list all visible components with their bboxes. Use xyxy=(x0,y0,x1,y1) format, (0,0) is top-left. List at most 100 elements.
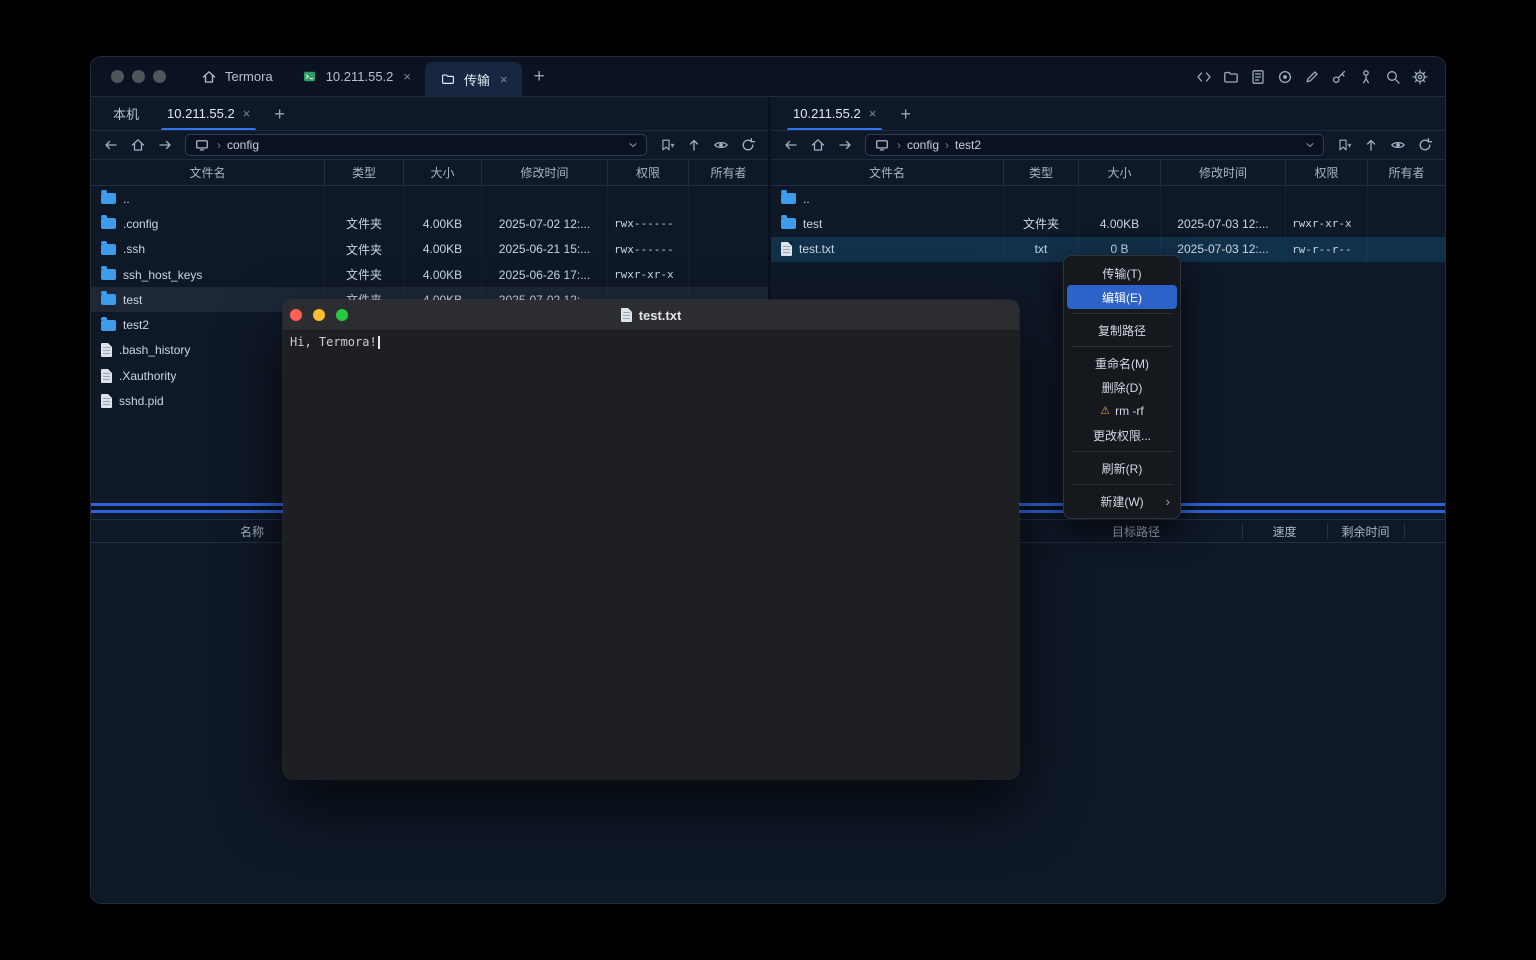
home-button[interactable] xyxy=(126,134,150,156)
menu-item-rename[interactable]: 重命名(M) xyxy=(1067,351,1177,375)
menu-separator xyxy=(1072,451,1172,452)
path-bar[interactable]: › config › test2 xyxy=(865,134,1324,156)
back-button[interactable] xyxy=(99,134,123,156)
column-header-size[interactable]: 大小 xyxy=(404,160,482,185)
key-icon[interactable] xyxy=(1330,68,1348,86)
column-header-owner[interactable]: 所有者 xyxy=(1368,160,1445,185)
file-row[interactable]: ssh_host_keys 文件夹 4.00KB 2025-06-26 17:.… xyxy=(91,262,768,287)
add-tab-button[interactable]: + xyxy=(264,105,295,123)
forward-button[interactable] xyxy=(833,134,857,156)
tab-transfer[interactable]: 传输 × xyxy=(425,62,522,96)
edit-icon[interactable] xyxy=(1303,68,1321,86)
home-button[interactable] xyxy=(806,134,830,156)
close-tab-icon[interactable]: × xyxy=(243,106,251,121)
settings-icon[interactable] xyxy=(1411,68,1429,86)
close-tab-icon[interactable]: × xyxy=(403,69,411,84)
refresh-button[interactable] xyxy=(736,134,760,156)
menu-item-rm-rf[interactable]: ⚠rm -rf xyxy=(1067,399,1177,423)
column-divider xyxy=(1404,523,1405,539)
column-header-owner[interactable]: 所有者 xyxy=(689,160,768,185)
column-header-mtime[interactable]: 修改时间 xyxy=(482,160,608,185)
back-button[interactable] xyxy=(779,134,803,156)
column-header-speed[interactable]: 速度 xyxy=(1242,520,1327,542)
chevron-down-icon[interactable] xyxy=(627,139,639,151)
code-icon[interactable] xyxy=(1195,68,1213,86)
refresh-button[interactable] xyxy=(1413,134,1437,156)
show-hidden-button[interactable] xyxy=(709,134,733,156)
window-zoom-button[interactable] xyxy=(336,309,348,321)
bookmark-button[interactable]: ▾ xyxy=(1332,134,1356,156)
folder-icon xyxy=(101,244,116,255)
file-type: 文件夹 xyxy=(325,211,404,236)
column-header-mtime[interactable]: 修改时间 xyxy=(1161,160,1286,185)
column-header-name[interactable]: 文件名 xyxy=(91,160,325,185)
tab-host[interactable]: 10.211.55.2 × xyxy=(287,57,425,96)
right-pane-tabs: 10.211.55.2 × + xyxy=(771,97,1445,131)
up-button[interactable] xyxy=(682,134,706,156)
menu-item-copy-path[interactable]: 复制路径 xyxy=(1067,318,1177,342)
column-header-type[interactable]: 类型 xyxy=(1004,160,1079,185)
titlebar: Termora 10.211.55.2 × 传输 × + xyxy=(91,57,1445,97)
column-header-perms[interactable]: 权限 xyxy=(608,160,689,185)
tab-label: 10.211.55.2 xyxy=(326,69,394,84)
show-hidden-button[interactable] xyxy=(1386,134,1410,156)
editor-content[interactable]: Hi, Termora! xyxy=(283,331,1019,353)
window-close-button[interactable] xyxy=(111,70,124,83)
path-bar[interactable]: › config xyxy=(185,134,647,156)
tab-home[interactable]: Termora xyxy=(186,57,287,96)
record-icon[interactable] xyxy=(1276,68,1294,86)
computer-icon xyxy=(873,136,891,154)
menu-item-delete[interactable]: 删除(D) xyxy=(1067,375,1177,399)
tab-remote-host[interactable]: 10.211.55.2 × xyxy=(153,97,264,130)
file-name: .config xyxy=(123,217,158,231)
column-header-name[interactable]: 文件名 xyxy=(771,160,1004,185)
close-tab-icon[interactable]: × xyxy=(869,106,877,121)
menu-separator xyxy=(1072,313,1172,314)
column-divider xyxy=(1327,523,1328,539)
log-icon[interactable] xyxy=(1249,68,1267,86)
column-header-size[interactable]: 大小 xyxy=(1079,160,1161,185)
path-segment[interactable]: config xyxy=(907,138,939,152)
keychain-icon[interactable] xyxy=(1357,68,1375,86)
add-tab-button[interactable]: + xyxy=(890,105,921,123)
column-header-perms[interactable]: 权限 xyxy=(1286,160,1368,185)
bookmark-button[interactable]: ▾ xyxy=(655,134,679,156)
folder-icon xyxy=(781,218,796,229)
file-row[interactable]: .ssh 文件夹 4.00KB 2025-06-21 15:... rwx---… xyxy=(91,237,768,262)
titlebar-actions xyxy=(1195,68,1445,86)
menu-item-edit[interactable]: 编辑(E) xyxy=(1067,285,1177,309)
file-mtime xyxy=(482,186,608,211)
up-button[interactable] xyxy=(1359,134,1383,156)
window-minimize-button[interactable] xyxy=(132,70,145,83)
file-row[interactable]: .. xyxy=(771,186,1445,211)
menu-item-new[interactable]: 新建(W)› xyxy=(1067,489,1177,513)
search-icon[interactable] xyxy=(1384,68,1402,86)
menu-item-refresh[interactable]: 刷新(R) xyxy=(1067,456,1177,480)
window-close-button[interactable] xyxy=(290,309,302,321)
column-header-target-path[interactable]: 目标路径 xyxy=(1030,520,1242,542)
column-header-type[interactable]: 类型 xyxy=(325,160,404,185)
table-header: 文件名 类型 大小 修改时间 权限 所有者 xyxy=(91,160,768,186)
folder-icon xyxy=(101,193,116,204)
menu-item-transfer[interactable]: 传输(T) xyxy=(1067,261,1177,285)
tab-local[interactable]: 本机 xyxy=(99,97,153,130)
file-row[interactable]: .. xyxy=(91,186,768,211)
path-segment[interactable]: test2 xyxy=(955,138,981,152)
window-minimize-button[interactable] xyxy=(313,309,325,321)
menu-item-change-permissions[interactable]: 更改权限... xyxy=(1067,423,1177,447)
path-separator: › xyxy=(897,138,901,152)
editor-titlebar[interactable]: test.txt xyxy=(283,300,1019,331)
window-zoom-button[interactable] xyxy=(153,70,166,83)
new-tab-button[interactable]: + xyxy=(522,67,557,86)
column-header-remaining-time[interactable]: 剩余时间 xyxy=(1327,520,1404,542)
forward-button[interactable] xyxy=(153,134,177,156)
chevron-down-icon[interactable] xyxy=(1304,139,1316,151)
close-tab-icon[interactable]: × xyxy=(500,72,508,87)
file-row[interactable]: test 文件夹 4.00KB 2025-07-03 12:... rwxr-x… xyxy=(771,211,1445,236)
folder-icon[interactable] xyxy=(1222,68,1240,86)
file-name: test.txt xyxy=(799,242,834,256)
home-icon xyxy=(200,68,218,86)
path-segment[interactable]: config xyxy=(227,138,259,152)
tab-remote-host[interactable]: 10.211.55.2 × xyxy=(779,97,890,130)
file-row[interactable]: .config 文件夹 4.00KB 2025-07-02 12:... rwx… xyxy=(91,211,768,236)
